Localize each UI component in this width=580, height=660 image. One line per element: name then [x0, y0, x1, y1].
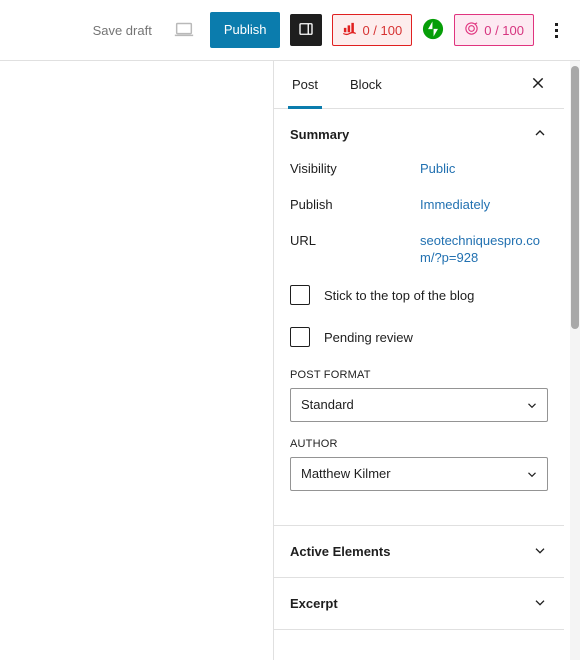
sidebar-scrollbar-thumb[interactable] [571, 66, 579, 329]
publish-label: Publish [290, 197, 333, 212]
visibility-value-button[interactable]: Public [420, 160, 548, 177]
pending-review-checkbox[interactable] [290, 327, 310, 347]
excerpt-panel: Excerpt [274, 578, 564, 630]
settings-sidebar: Post Block Summary Visibility Public Pub… [274, 61, 580, 660]
url-value-link[interactable]: seotechniquespro.com/?p=928 [420, 232, 548, 266]
editor-toolbar: Save draft Publish 0 / 100 0 / 100 [0, 0, 580, 61]
sidebar-tabs: Post Block [274, 61, 564, 109]
excerpt-panel-header[interactable]: Excerpt [274, 578, 564, 629]
readability-bars-icon [342, 21, 357, 39]
editor-canvas[interactable] [0, 61, 274, 660]
author-select-wrap: Matthew Kilmer [290, 457, 548, 491]
ai-score-value: 0 / 100 [484, 22, 524, 38]
author-select[interactable]: Matthew Kilmer [290, 457, 548, 491]
settings-sidebar-content: Post Block Summary Visibility Public Pub… [274, 61, 564, 660]
pending-review-checkbox-row[interactable]: Pending review [290, 327, 548, 347]
author-label: AUTHOR [290, 438, 338, 450]
tab-block[interactable]: Block [334, 61, 398, 109]
sticky-post-checkbox-row[interactable]: Stick to the top of the blog [290, 285, 548, 305]
seo-score-badge[interactable]: 0 / 100 [332, 14, 413, 46]
save-draft-button[interactable]: Save draft [85, 17, 160, 44]
active-elements-panel: Active Elements [274, 526, 564, 578]
laptop-preview-icon [173, 18, 195, 43]
settings-sidebar-toggle-button[interactable] [290, 14, 323, 46]
visibility-label: Visibility [290, 161, 337, 176]
summary-panel-header[interactable]: Summary [274, 109, 564, 160]
more-options-button[interactable] [540, 13, 572, 47]
active-elements-panel-header[interactable]: Active Elements [274, 526, 564, 577]
preview-button[interactable] [166, 12, 202, 48]
sidebar-layout-icon [297, 20, 315, 41]
post-format-label: POST FORMAT [290, 369, 371, 381]
summary-panel: Summary Visibility Public Publish Immedi… [274, 109, 564, 526]
publish-row: Publish Immediately [290, 196, 548, 213]
chevron-up-icon [532, 125, 548, 144]
excerpt-panel-title: Excerpt [290, 596, 338, 611]
seo-score-value: 0 / 100 [362, 22, 403, 38]
pending-review-label: Pending review [324, 329, 413, 345]
ai-target-icon [464, 21, 479, 39]
ai-score-badge[interactable]: 0 / 100 [454, 14, 534, 46]
post-format-select[interactable]: Standard [290, 388, 548, 422]
post-format-select-wrap: Standard [290, 388, 548, 422]
summary-panel-title: Summary [290, 127, 350, 142]
close-x-icon [530, 75, 546, 94]
close-sidebar-button[interactable] [520, 67, 556, 103]
summary-panel-body: Visibility Public Publish Immediately UR… [274, 160, 564, 525]
chevron-down-icon [532, 594, 548, 613]
publish-value-button[interactable]: Immediately [420, 196, 548, 213]
url-label: URL [290, 233, 317, 248]
tab-post[interactable]: Post [276, 61, 334, 109]
visibility-row: Visibility Public [290, 160, 548, 177]
url-row: URL seotechniquespro.com/?p=928 [290, 232, 548, 266]
chevron-down-icon [532, 542, 548, 561]
sticky-post-checkbox[interactable] [290, 285, 310, 305]
publish-button[interactable]: Publish [209, 12, 281, 48]
jetpack-button[interactable] [422, 18, 444, 43]
active-elements-panel-title: Active Elements [290, 544, 391, 559]
sticky-post-label: Stick to the top of the blog [324, 287, 475, 303]
three-dots-vertical-icon [554, 22, 558, 26]
jetpack-bolt-icon [422, 18, 444, 43]
